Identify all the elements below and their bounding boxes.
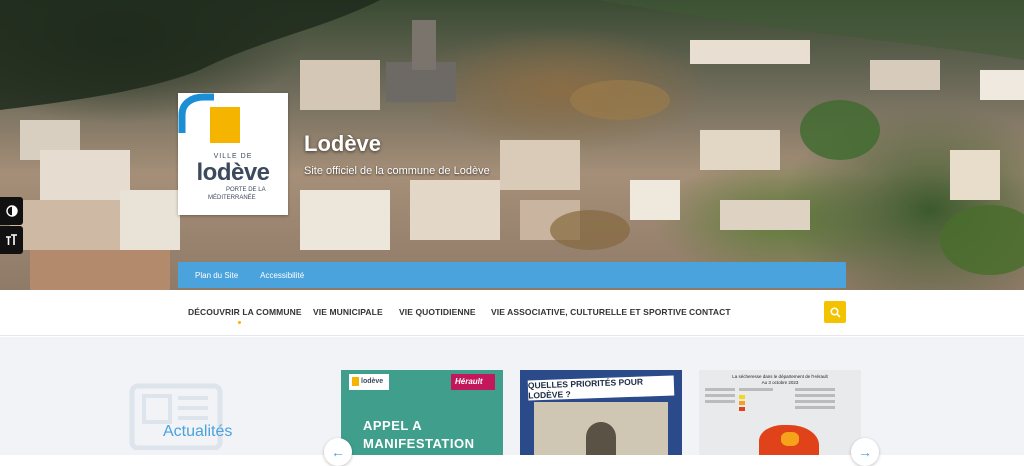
hero-town-image (0, 0, 1024, 290)
card-partner-logo: Hérault (451, 374, 495, 390)
arrow-right-icon: → (858, 444, 872, 460)
card-logo-lodeve: lodève (349, 374, 389, 390)
active-nav-indicator (238, 321, 241, 324)
topbar-link-accessibilite[interactable]: Accessibilité (260, 271, 304, 280)
nav-item-contact[interactable]: CONTACT (689, 307, 731, 317)
site-subtitle: Site officiel de la commune de Lodève (304, 165, 490, 177)
topbar-link-plan-du-site[interactable]: Plan du Site (195, 271, 238, 280)
card-headline-2: MANIFESTATION (363, 436, 475, 451)
text-size-icon (6, 234, 17, 245)
logo-tagline-2: MÉDITERRANÉE (208, 195, 256, 201)
top-bar: Plan du Site Accessibilité (178, 262, 846, 288)
hero-banner: VILLE DE lodève PORTE DE LA MÉDITERRANÉE… (0, 0, 1024, 290)
news-card-appel-manifestation[interactable]: lodève Hérault APPEL A MANIFESTATION (341, 370, 503, 455)
card-logo-text: lodève (361, 378, 384, 385)
contrast-toggle-button[interactable] (0, 197, 23, 225)
card-map-title: La sécheresse dans le département de l'H… (732, 374, 828, 379)
carousel-prev-button[interactable]: ← (324, 438, 352, 466)
logo-blue-arc (178, 93, 214, 133)
card-banner: QUELLES PRIORITÉS POUR LODÈVE ? (527, 375, 675, 401)
text-size-button[interactable] (0, 226, 23, 254)
nav-item-vie-quotidienne[interactable]: VIE QUOTIDIENNE (399, 307, 476, 317)
news-section-title: Actualités (163, 423, 233, 440)
search-icon (829, 306, 841, 318)
search-button[interactable] (824, 301, 846, 323)
card-logo-block (352, 377, 359, 386)
card-building-image (534, 402, 668, 455)
main-navigation: DÉCOUVRIR LA COMMUNE VIE MUNICIPALE VIE … (0, 290, 1024, 336)
logo-name: lodève (196, 159, 270, 186)
card-building-arch (586, 422, 616, 455)
arrow-left-icon: ← (331, 444, 345, 460)
site-title[interactable]: Lodève (304, 131, 381, 157)
card-map-subregion (781, 432, 799, 446)
contrast-icon (5, 205, 18, 217)
nav-item-decouvrir[interactable]: DÉCOUVRIR LA COMMUNE (188, 307, 302, 317)
news-card-priorites[interactable]: QUELLES PRIORITÉS POUR LODÈVE ? (520, 370, 682, 455)
carousel-next-button[interactable]: → (851, 438, 879, 466)
card-map-date: Au 3 octobre 2023 (761, 380, 799, 385)
nav-item-vie-municipale[interactable]: VIE MUNICIPALE (313, 307, 383, 317)
card-map-legend (705, 388, 835, 411)
news-card-secheresse[interactable]: La sécheresse dans le département de l'H… (699, 370, 861, 455)
nav-item-vie-associative[interactable]: VIE ASSOCIATIVE, CULTURELLE ET SPORTIVE (491, 307, 687, 317)
site-logo[interactable]: VILLE DE lodève PORTE DE LA MÉDITERRANÉE (178, 93, 288, 215)
card-headline-1: APPEL A (363, 418, 423, 433)
logo-tagline-1: PORTE DE LA (226, 187, 266, 193)
